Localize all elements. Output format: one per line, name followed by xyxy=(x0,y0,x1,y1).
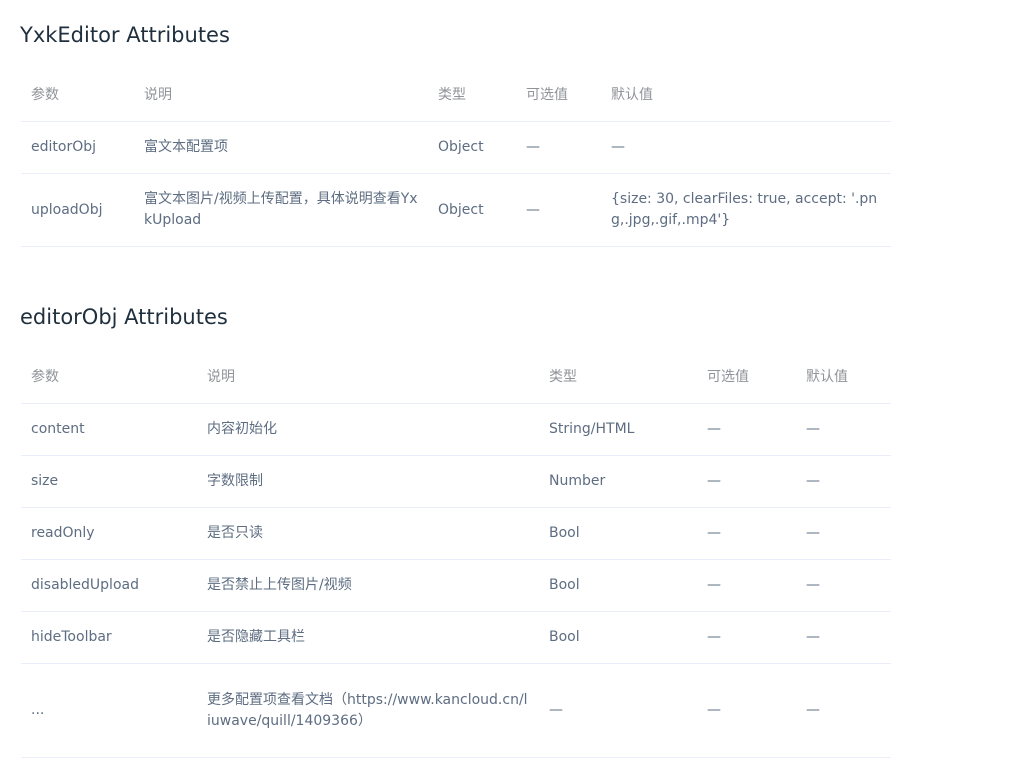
cell-type: Bool xyxy=(539,611,697,664)
cell-type: — xyxy=(539,663,697,758)
cell-param: uploadObj xyxy=(21,173,134,247)
table-row: editorObj 富文本配置项 Object — — xyxy=(21,121,891,174)
cell-options: — xyxy=(697,507,796,560)
cell-param: editorObj xyxy=(21,121,134,174)
table-header-row: 参数 说明 类型 可选值 默认值 xyxy=(21,352,891,404)
cell-options: — xyxy=(697,611,796,664)
cell-description: 是否禁止上传图片/视频 xyxy=(197,559,539,612)
cell-type: Object xyxy=(428,173,516,247)
header-description: 说明 xyxy=(134,70,428,122)
table-header-row: 参数 说明 类型 可选值 默认值 xyxy=(21,70,891,122)
cell-param: readOnly xyxy=(21,507,197,560)
header-options: 可选值 xyxy=(516,70,601,122)
cell-default: — xyxy=(796,455,891,508)
cell-type: String/HTML xyxy=(539,403,697,456)
table-row: uploadObj 富文本图片/视频上传配置，具体说明查看YxkUpload O… xyxy=(21,173,891,247)
yxkeditor-attributes-table: 参数 说明 类型 可选值 默认值 editorObj 富文本配置项 Object… xyxy=(21,70,891,247)
table-row: ... 更多配置项查看文档（https://www.kancloud.cn/li… xyxy=(21,663,891,758)
table-row: size 字数限制 Number — — xyxy=(21,455,891,508)
header-description: 说明 xyxy=(197,352,539,404)
cell-description: 富文本配置项 xyxy=(134,121,428,174)
cell-description: 内容初始化 xyxy=(197,403,539,456)
header-param: 参数 xyxy=(21,352,197,404)
header-options: 可选值 xyxy=(697,352,796,404)
cell-default: — xyxy=(796,507,891,560)
header-type: 类型 xyxy=(539,352,697,404)
cell-default: — xyxy=(601,121,891,174)
cell-options: — xyxy=(697,559,796,612)
section-title-yxkeditor: YxkEditor Attributes xyxy=(20,23,230,47)
cell-param: disabledUpload xyxy=(21,559,197,612)
table-row: disabledUpload 是否禁止上传图片/视频 Bool — — xyxy=(21,559,891,612)
cell-options: — xyxy=(697,455,796,508)
cell-default: — xyxy=(796,559,891,612)
cell-type: Number xyxy=(539,455,697,508)
header-default: 默认值 xyxy=(796,352,891,404)
cell-options: — xyxy=(516,121,601,174)
cell-description: 字数限制 xyxy=(197,455,539,508)
cell-default: {size: 30, clearFiles: true, accept: '.p… xyxy=(601,173,891,247)
cell-default: — xyxy=(796,403,891,456)
editorobj-attributes-table: 参数 说明 类型 可选值 默认值 content 内容初始化 String/HT… xyxy=(21,352,891,758)
section-title-editorobj: editorObj Attributes xyxy=(20,305,228,329)
cell-options: — xyxy=(697,663,796,758)
table-row: content 内容初始化 String/HTML — — xyxy=(21,403,891,456)
cell-description: 是否只读 xyxy=(197,507,539,560)
cell-type: Bool xyxy=(539,559,697,612)
cell-options: — xyxy=(697,403,796,456)
cell-type: Bool xyxy=(539,507,697,560)
cell-default: — xyxy=(796,663,891,758)
cell-description: 更多配置项查看文档（https://www.kancloud.cn/liuwav… xyxy=(197,663,539,758)
table-row: hideToolbar 是否隐藏工具栏 Bool — — xyxy=(21,611,891,664)
cell-description: 是否隐藏工具栏 xyxy=(197,611,539,664)
cell-default: — xyxy=(796,611,891,664)
cell-options: — xyxy=(516,173,601,247)
cell-description: 富文本图片/视频上传配置，具体说明查看YxkUpload xyxy=(134,173,428,247)
cell-param: content xyxy=(21,403,197,456)
cell-param: hideToolbar xyxy=(21,611,197,664)
cell-param: ... xyxy=(21,663,197,758)
header-default: 默认值 xyxy=(601,70,891,122)
header-param: 参数 xyxy=(21,70,134,122)
header-type: 类型 xyxy=(428,70,516,122)
cell-param: size xyxy=(21,455,197,508)
cell-type: Object xyxy=(428,121,516,174)
table-row: readOnly 是否只读 Bool — — xyxy=(21,507,891,560)
